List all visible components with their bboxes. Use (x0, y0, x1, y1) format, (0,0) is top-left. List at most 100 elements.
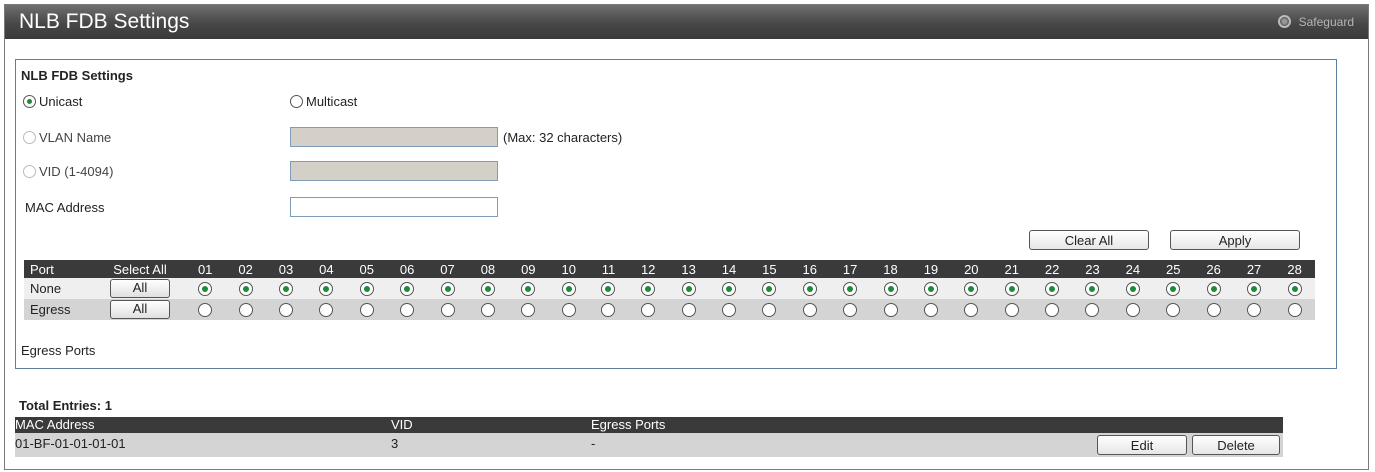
none-port-radio-22[interactable] (1045, 282, 1060, 297)
entry-mac: 01-BF-01-01-01-01 (15, 436, 126, 451)
none-port-cell-22 (1031, 278, 1073, 299)
egress-port-radio-25[interactable] (1166, 303, 1181, 318)
none-port-radio-16[interactable] (802, 282, 817, 297)
egress-port-radio-04[interactable] (319, 303, 334, 318)
delete-button[interactable]: Delete (1192, 435, 1280, 455)
egress-port-cell-03 (265, 299, 307, 320)
none-port-radio-26[interactable] (1206, 282, 1221, 297)
vlan-name-radio[interactable] (23, 131, 36, 144)
egress-port-radio-16[interactable] (802, 303, 817, 318)
none-port-radio-03[interactable] (278, 282, 293, 297)
vid-option[interactable]: VID (1-4094) (23, 164, 113, 179)
none-port-radio-18[interactable] (883, 282, 898, 297)
egress-port-cell-23 (1072, 299, 1113, 320)
egress-port-radio-17[interactable] (843, 303, 858, 318)
none-port-radio-28[interactable] (1287, 282, 1302, 297)
vid-input[interactable] (290, 161, 498, 181)
none-port-radio-02[interactable] (238, 282, 253, 297)
none-row: None All (24, 278, 1315, 299)
none-port-radio-04[interactable] (319, 282, 334, 297)
none-port-radio-05[interactable] (359, 282, 374, 297)
port-header-04: 04 (306, 260, 347, 278)
clear-all-button[interactable]: Clear All (1029, 230, 1149, 250)
none-port-cell-08 (467, 278, 509, 299)
vlan-name-label: VLAN Name (39, 130, 112, 145)
none-port-radio-20[interactable] (964, 282, 979, 297)
none-port-cell-04 (306, 278, 347, 299)
none-port-radio-15[interactable] (762, 282, 777, 297)
none-port-cell-27 (1233, 278, 1275, 299)
none-port-radio-08[interactable] (480, 282, 495, 297)
none-port-radio-23[interactable] (1085, 282, 1100, 297)
egress-port-radio-05[interactable] (359, 303, 374, 318)
egress-port-radio-06[interactable] (400, 303, 415, 318)
egress-port-cell-17 (829, 299, 871, 320)
none-port-radio-14[interactable] (721, 282, 736, 297)
egress-port-radio-07[interactable] (440, 303, 455, 318)
egress-port-radio-20[interactable] (964, 303, 979, 318)
none-port-radio-09[interactable] (521, 282, 536, 297)
egress-port-radio-22[interactable] (1045, 303, 1060, 318)
none-port-radio-19[interactable] (923, 282, 938, 297)
egress-port-radio-14[interactable] (721, 303, 736, 318)
egress-all-button[interactable]: All (110, 300, 170, 319)
egress-port-radio-24[interactable] (1125, 303, 1140, 318)
port-header-11: 11 (588, 260, 628, 278)
egress-port-radio-15[interactable] (762, 303, 777, 318)
none-port-radio-10[interactable] (561, 282, 576, 297)
vid-radio[interactable] (23, 165, 36, 178)
port-header-28: 28 (1274, 260, 1315, 278)
page-title: NLB FDB Settings (19, 10, 190, 33)
egress-port-radio-01[interactable] (198, 303, 213, 318)
egress-port-radio-23[interactable] (1085, 303, 1100, 318)
port-header-23: 23 (1072, 260, 1113, 278)
port-header-27: 27 (1233, 260, 1275, 278)
egress-port-cell-26 (1193, 299, 1234, 320)
mac-address-label: MAC Address (25, 200, 105, 215)
unicast-option[interactable]: Unicast (23, 94, 82, 109)
egress-port-radio-21[interactable] (1004, 303, 1019, 318)
multicast-option[interactable]: Multicast (290, 94, 357, 109)
none-port-radio-12[interactable] (641, 282, 656, 297)
apply-button[interactable]: Apply (1170, 230, 1300, 250)
vlan-name-option[interactable]: VLAN Name (23, 130, 111, 145)
port-header-17: 17 (829, 260, 871, 278)
none-port-cell-23 (1072, 278, 1113, 299)
mac-address-input[interactable] (290, 197, 498, 217)
none-port-radio-13[interactable] (681, 282, 696, 297)
unicast-radio[interactable] (23, 95, 36, 108)
none-port-radio-27[interactable] (1247, 282, 1262, 297)
edit-button[interactable]: Edit (1097, 435, 1187, 455)
egress-port-radio-28[interactable] (1287, 303, 1302, 318)
egress-port-radio-09[interactable] (521, 303, 536, 318)
egress-port-radio-18[interactable] (883, 303, 898, 318)
none-port-radio-17[interactable] (843, 282, 858, 297)
egress-port-radio-27[interactable] (1247, 303, 1262, 318)
port-header-03: 03 (265, 260, 307, 278)
port-header-24: 24 (1112, 260, 1154, 278)
egress-port-radio-03[interactable] (278, 303, 293, 318)
none-port-radio-07[interactable] (440, 282, 455, 297)
none-port-radio-21[interactable] (1004, 282, 1019, 297)
none-port-radio-06[interactable] (400, 282, 415, 297)
egress-port-radio-26[interactable] (1206, 303, 1221, 318)
multicast-radio[interactable] (290, 95, 303, 108)
egress-port-radio-19[interactable] (923, 303, 938, 318)
none-port-radio-25[interactable] (1166, 282, 1181, 297)
none-port-radio-24[interactable] (1125, 282, 1140, 297)
egress-port-cell-08 (467, 299, 509, 320)
egress-port-radio-12[interactable] (641, 303, 656, 318)
port-header-16: 16 (789, 260, 830, 278)
none-port-radio-11[interactable] (601, 282, 616, 297)
egress-port-radio-13[interactable] (681, 303, 696, 318)
vlan-name-input[interactable] (290, 127, 498, 147)
egress-port-radio-08[interactable] (480, 303, 495, 318)
egress-row-label: Egress (24, 299, 95, 320)
none-port-radio-01[interactable] (198, 282, 213, 297)
egress-port-radio-10[interactable] (561, 303, 576, 318)
port-header-26: 26 (1193, 260, 1234, 278)
egress-port-radio-11[interactable] (601, 303, 616, 318)
title-bar: NLB FDB Settings Safeguard (5, 5, 1368, 39)
egress-port-radio-02[interactable] (238, 303, 253, 318)
none-all-button[interactable]: All (110, 279, 170, 298)
